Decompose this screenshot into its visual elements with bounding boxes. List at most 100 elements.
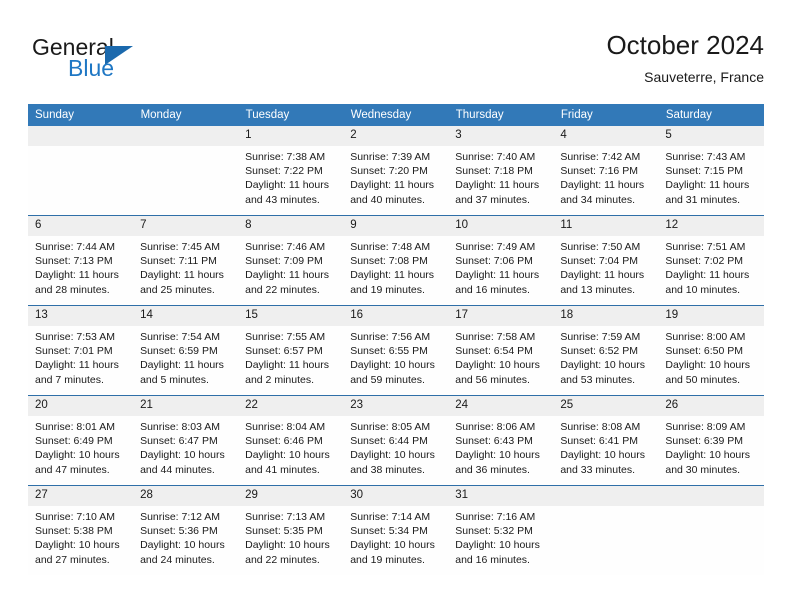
weekday-header-row: Sunday Monday Tuesday Wednesday Thursday… (28, 104, 765, 126)
calendar-cell-day[interactable]: 6 Sunrise: 7:44 AM Sunset: 7:13 PM Daylight… (28, 215, 134, 306)
calendar-cell-day[interactable]: 3 Sunrise: 7:40 AM Sunset: 7:18 PM Daylight… (448, 126, 554, 216)
sunset-text: Sunset: 6:50 PM (665, 345, 744, 358)
daylight-text-line2: and 41 minutes. (245, 463, 320, 476)
calendar-cell-day[interactable]: 11 Sunrise: 7:50 AM Sunset: 7:04 PM Dayligh… (553, 215, 659, 306)
day-details: Sunrise: 7:38 AM Sunset: 7:22 PM Daylight:… (238, 146, 343, 207)
calendar-cell-day[interactable]: 28 Sunrise: 7:12 AM Sunset: 5:36 PM Dayligh… (133, 485, 239, 575)
calendar-cell-day[interactable]: 13 Sunrise: 7:53 AM Sunset: 7:01 PM Dayligh… (28, 305, 134, 396)
calendar-cell-day[interactable]: 1 Sunrise: 7:38 AM Sunset: 7:22 PM Daylight… (238, 126, 344, 216)
daylight-text-line2: and 5 minutes. (140, 373, 209, 386)
sunrise-text: Sunrise: 7:10 AM (35, 511, 115, 523)
sunset-text: Sunset: 7:09 PM (245, 255, 323, 268)
calendar-cell-day[interactable]: 26 Sunrise: 8:09 AM Sunset: 6:39 PM Dayligh… (658, 395, 764, 486)
sunset-text: Sunset: 7:06 PM (455, 255, 533, 268)
daylight-text-line2: and 24 minutes. (140, 553, 215, 566)
daylight-text-line1: Daylight: 11 hours (245, 359, 329, 372)
daylight-text-line1: Daylight: 10 hours (140, 449, 225, 462)
weekday-header-tuesday: Tuesday (238, 104, 344, 126)
day-number: 3 (448, 126, 554, 146)
sunrise-text: Sunrise: 7:39 AM (350, 151, 431, 163)
daylight-text-line2: and 19 minutes. (350, 553, 425, 566)
daylight-text-line2: and 44 minutes. (140, 463, 215, 476)
sunrise-text: Sunrise: 7:51 AM (665, 241, 746, 253)
weekday-header-saturday: Saturday (658, 104, 765, 126)
calendar-cell-day[interactable]: 15 Sunrise: 7:55 AM Sunset: 6:57 PM Dayligh… (238, 305, 344, 396)
calendar-cell-inner: 13 Sunrise: 7:53 AM Sunset: 7:01 PM Dayligh… (28, 306, 134, 395)
day-details: Sunrise: 7:44 AM Sunset: 7:13 PM Daylight:… (28, 236, 133, 297)
calendar-cell-day[interactable]: 16 Sunrise: 7:56 AM Sunset: 6:55 PM Dayligh… (343, 305, 449, 396)
calendar-cell-day[interactable]: 22 Sunrise: 8:04 AM Sunset: 6:46 PM Dayligh… (238, 395, 344, 486)
daylight-text-line1: Daylight: 10 hours (350, 539, 435, 552)
calendar-cell-day[interactable]: 7 Sunrise: 7:45 AM Sunset: 7:11 PM Daylight… (133, 215, 239, 306)
sunrise-text: Sunrise: 8:03 AM (140, 421, 221, 433)
sunset-text: Sunset: 5:36 PM (140, 525, 218, 538)
calendar-cell-day[interactable]: 10 Sunrise: 7:49 AM Sunset: 7:06 PM Dayligh… (448, 215, 554, 306)
calendar-cell-inner: 30 Sunrise: 7:14 AM Sunset: 5:34 PM Dayligh… (343, 486, 449, 575)
weekday-header-monday: Monday (133, 104, 239, 126)
calendar-cell-day[interactable]: 17 Sunrise: 7:58 AM Sunset: 6:54 PM Dayligh… (448, 305, 554, 396)
calendar-cell-day[interactable]: 2 Sunrise: 7:39 AM Sunset: 7:20 PM Daylight… (343, 126, 449, 216)
sunset-text: Sunset: 6:59 PM (140, 345, 218, 358)
daylight-text-line2: and 43 minutes. (245, 193, 320, 206)
calendar-week-row: 1 Sunrise: 7:38 AM Sunset: 7:22 PM Daylight… (28, 126, 764, 216)
calendar-cell-day[interactable]: 23 Sunrise: 8:05 AM Sunset: 6:44 PM Dayligh… (343, 395, 449, 486)
calendar-cell-day[interactable]: 21 Sunrise: 8:03 AM Sunset: 6:47 PM Dayligh… (133, 395, 239, 486)
sunrise-text: Sunrise: 7:59 AM (560, 331, 641, 343)
daylight-text-line1: Daylight: 11 hours (350, 269, 435, 282)
calendar-cell-day[interactable]: 8 Sunrise: 7:46 AM Sunset: 7:09 PM Daylight… (238, 215, 344, 306)
daylight-text-line2: and 25 minutes. (140, 283, 215, 296)
calendar-cell-day[interactable]: 31 Sunrise: 7:16 AM Sunset: 5:32 PM Dayligh… (448, 485, 554, 575)
sunset-text: Sunset: 6:39 PM (665, 435, 744, 448)
calendar-cell-day[interactable]: 20 Sunrise: 8:01 AM Sunset: 6:49 PM Dayligh… (28, 395, 134, 486)
daylight-text-line2: and 50 minutes. (665, 373, 741, 386)
calendar-cell-day[interactable]: 4 Sunrise: 7:42 AM Sunset: 7:16 PM Daylight… (553, 126, 659, 216)
day-number: 11 (553, 216, 659, 236)
calendar-cell-day[interactable]: 27 Sunrise: 7:10 AM Sunset: 5:38 PM Dayligh… (28, 485, 134, 575)
sunset-text: Sunset: 6:54 PM (455, 345, 533, 358)
sunrise-text: Sunrise: 7:49 AM (455, 241, 536, 253)
calendar-cell-day[interactable]: 18 Sunrise: 7:59 AM Sunset: 6:52 PM Dayligh… (553, 305, 659, 396)
day-details: Sunrise: 7:43 AM Sunset: 7:15 PM Daylight:… (658, 146, 763, 207)
brand-logo[interactable]: General Blue (32, 34, 222, 90)
calendar-cell-day[interactable]: 14 Sunrise: 7:54 AM Sunset: 6:59 PM Dayligh… (133, 305, 239, 396)
sunset-text: Sunset: 6:52 PM (560, 345, 638, 358)
calendar-week-row: 27 Sunrise: 7:10 AM Sunset: 5:38 PM Dayligh… (28, 485, 764, 575)
sunset-text: Sunset: 7:22 PM (245, 165, 323, 178)
calendar-cell-day[interactable]: 9 Sunrise: 7:48 AM Sunset: 7:08 PM Daylight… (343, 215, 449, 306)
sunrise-text: Sunrise: 7:54 AM (140, 331, 221, 343)
day-details: Sunrise: 8:01 AM Sunset: 6:49 PM Daylight:… (28, 416, 133, 477)
day-details: Sunrise: 8:03 AM Sunset: 6:47 PM Daylight:… (133, 416, 238, 477)
calendar-cell-day[interactable]: 5 Sunrise: 7:43 AM Sunset: 7:15 PM Daylight… (658, 126, 764, 216)
daylight-text-line1: Daylight: 11 hours (140, 359, 224, 372)
day-number (133, 126, 239, 146)
sunset-text: Sunset: 7:01 PM (35, 345, 113, 358)
calendar-cell-inner: 31 Sunrise: 7:16 AM Sunset: 5:32 PM Dayligh… (448, 486, 554, 575)
day-number: 28 (133, 486, 239, 506)
weekday-header-sunday: Sunday (28, 104, 134, 126)
day-details: Sunrise: 7:45 AM Sunset: 7:11 PM Daylight:… (133, 236, 238, 297)
sunrise-text: Sunrise: 7:13 AM (245, 511, 326, 523)
calendar-cell-day[interactable]: 29 Sunrise: 7:13 AM Sunset: 5:35 PM Dayligh… (238, 485, 344, 575)
calendar-cell-inner: 16 Sunrise: 7:56 AM Sunset: 6:55 PM Dayligh… (343, 306, 449, 395)
calendar-cell-inner: 24 Sunrise: 8:06 AM Sunset: 6:43 PM Dayligh… (448, 396, 554, 485)
calendar-cell-day[interactable]: 25 Sunrise: 8:08 AM Sunset: 6:41 PM Dayligh… (553, 395, 659, 486)
daylight-text-line2: and 2 minutes. (245, 373, 315, 386)
calendar-cell-day[interactable]: 30 Sunrise: 7:14 AM Sunset: 5:34 PM Dayligh… (343, 485, 449, 575)
day-details: Sunrise: 7:10 AM Sunset: 5:38 PM Daylight:… (28, 506, 133, 567)
calendar-cell-empty (28, 126, 134, 216)
daylight-text-line1: Daylight: 10 hours (245, 449, 330, 462)
sunrise-text: Sunrise: 8:04 AM (245, 421, 326, 433)
daylight-text-line2: and 47 minutes. (35, 463, 110, 476)
day-details: Sunrise: 8:09 AM Sunset: 6:39 PM Daylight:… (658, 416, 763, 477)
calendar-cell-day[interactable]: 12 Sunrise: 7:51 AM Sunset: 7:02 PM Dayligh… (658, 215, 764, 306)
calendar-cell-inner: 25 Sunrise: 8:08 AM Sunset: 6:41 PM Dayligh… (553, 396, 659, 485)
sunrise-text: Sunrise: 7:44 AM (35, 241, 115, 253)
daylight-text-line2: and 56 minutes. (455, 373, 530, 386)
calendar-cell-day[interactable]: 19 Sunrise: 8:00 AM Sunset: 6:50 PM Dayligh… (658, 305, 764, 396)
sunset-text: Sunset: 6:41 PM (560, 435, 638, 448)
day-number: 22 (238, 396, 344, 416)
day-number: 27 (28, 486, 134, 506)
calendar-cell-day[interactable]: 24 Sunrise: 8:06 AM Sunset: 6:43 PM Dayligh… (448, 395, 554, 486)
day-number: 19 (658, 306, 764, 326)
day-number (553, 486, 659, 506)
